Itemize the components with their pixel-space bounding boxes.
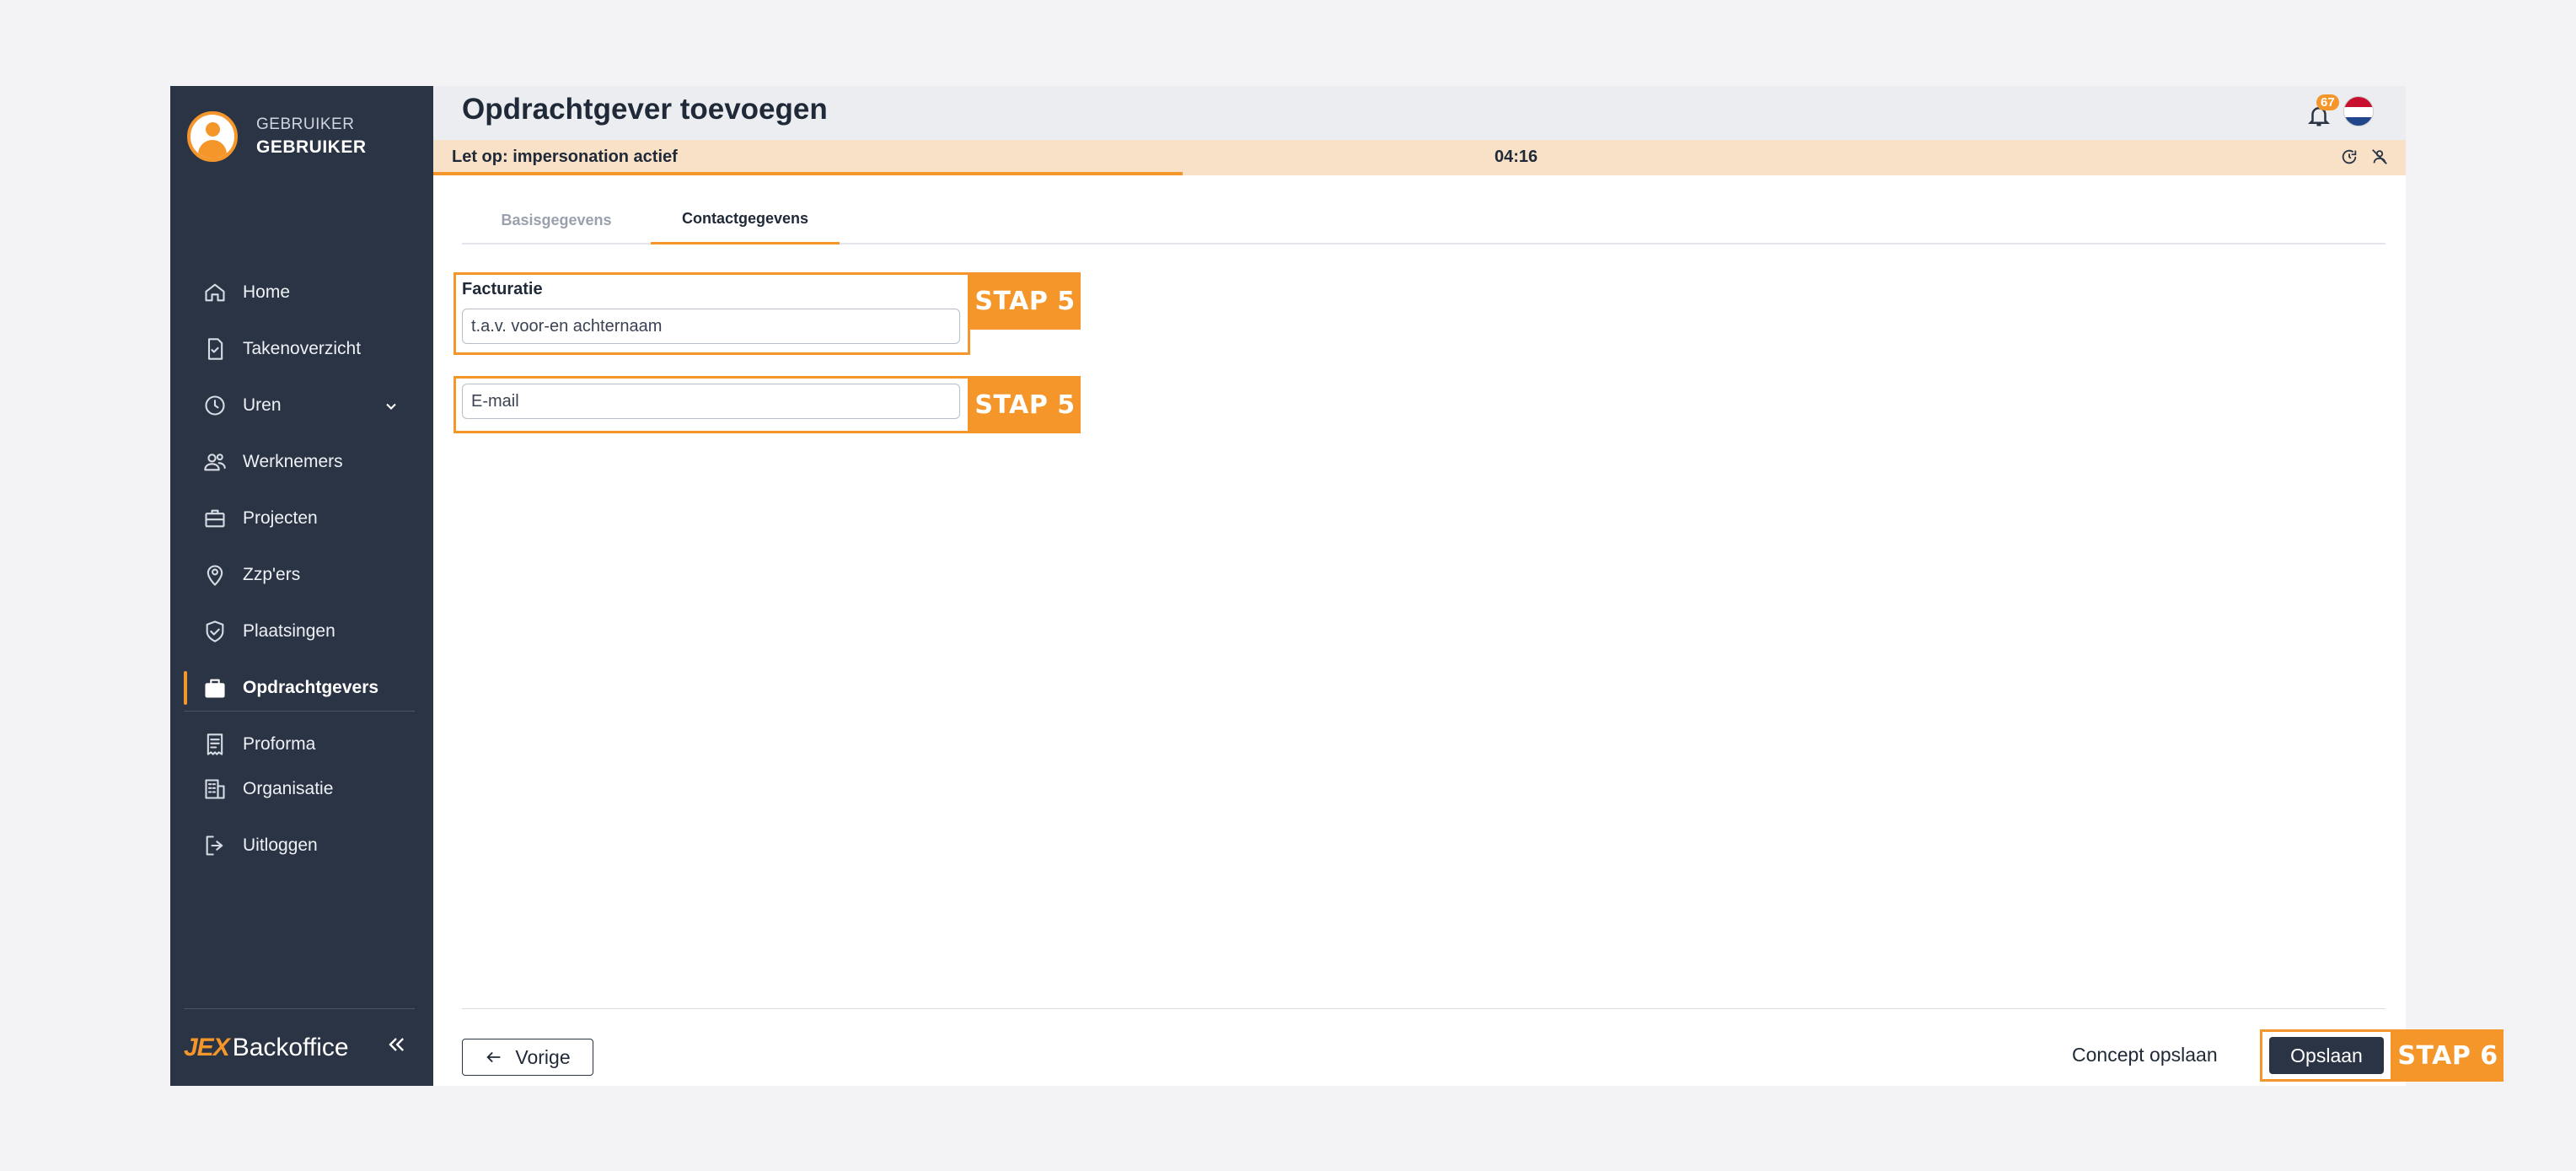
sidebar-item-plaatsingen[interactable]: Plaatsingen: [170, 610, 433, 653]
previous-button[interactable]: Vorige: [462, 1039, 593, 1076]
tav-name-input[interactable]: t.a.v. voor-en achternaam: [462, 309, 960, 344]
tab-contactgegevens[interactable]: Contactgegevens: [651, 196, 840, 244]
sidebar-item-home[interactable]: Home: [170, 271, 433, 314]
sidebar-item-label: Uitloggen: [243, 835, 318, 855]
sidebar-item-werknemers[interactable]: Werknemers: [170, 441, 433, 483]
save-button[interactable]: Opslaan: [2269, 1037, 2384, 1074]
sidebar-item-takenoverzicht[interactable]: Takenoverzicht: [170, 328, 433, 370]
refresh-timer-icon[interactable]: [2340, 148, 2359, 170]
sidebar-item-label: Projecten: [243, 508, 318, 528]
sidebar-item-label: Werknemers: [243, 452, 343, 471]
facturatie-label: Facturatie: [462, 280, 543, 298]
sidebar-item-zzpers[interactable]: Zzp'ers: [170, 554, 433, 596]
sidebar-item-label: Plaatsingen: [243, 621, 335, 641]
sidebar: GEBRUIKER GEBRUIKER Home Takenoverzicht …: [170, 86, 433, 1086]
shield-check-icon: [202, 619, 228, 644]
save-draft-button[interactable]: Concept opslaan: [2072, 1044, 2218, 1066]
sidebar-item-label: Uren: [243, 395, 282, 415]
invoice-icon: [202, 732, 228, 757]
employees-icon: [202, 449, 228, 475]
avatar: [187, 111, 238, 162]
impersonation-message: Let op: impersonation actief: [452, 148, 678, 166]
sidebar-divider: [184, 1008, 415, 1009]
sidebar-item-projecten[interactable]: Projecten: [170, 497, 433, 540]
user-name: GEBRUIKER: [256, 137, 367, 157]
home-icon: [202, 280, 228, 305]
sidebar-item-organisatie[interactable]: Organisatie: [170, 768, 433, 810]
chevron-down-icon[interactable]: [383, 398, 400, 420]
notification-badge: 67: [2316, 94, 2339, 110]
sidebar-item-label: Organisatie: [243, 779, 334, 798]
stop-impersonation-icon[interactable]: [2370, 148, 2389, 170]
sidebar-item-label: Proforma: [243, 734, 316, 754]
sidebar-item-proforma[interactable]: Proforma: [170, 723, 433, 765]
footer-divider: [462, 1008, 2385, 1009]
brand-logo: JEX Backoffice: [184, 1034, 349, 1061]
notifications-button[interactable]: 67: [2306, 94, 2339, 130]
sidebar-item-label: Home: [243, 282, 291, 302]
sidebar-item-uitloggen[interactable]: Uitloggen: [170, 825, 433, 867]
arrow-left-icon: [486, 1051, 501, 1063]
page-title: Opdrachtgever toevoegen: [462, 93, 828, 126]
impersonation-banner: Let op: impersonation actief 04:16: [433, 140, 2406, 175]
tabs: Basisgegevens Contactgegevens: [462, 196, 2385, 244]
language-flag-icon[interactable]: [2343, 96, 2374, 126]
app-window: GEBRUIKER GEBRUIKER Home Takenoverzicht …: [170, 86, 2406, 1086]
sidebar-item-label: Zzp'ers: [243, 565, 301, 584]
briefcase-icon: [202, 506, 228, 531]
building-icon: [202, 776, 228, 802]
sidebar-item-uren[interactable]: Uren: [170, 384, 433, 427]
impersonation-timer: 04:16: [1495, 148, 1538, 166]
stap5-badge: STAP 5: [969, 376, 1081, 433]
impersonation-progress-bar: [433, 172, 1183, 175]
stap6-badge: STAP 6: [2392, 1029, 2504, 1082]
clients-briefcase-icon: [202, 675, 228, 701]
sidebar-item-opdrachtgevers[interactable]: Opdrachtgevers: [170, 667, 433, 709]
email-input[interactable]: E-mail: [462, 384, 960, 419]
user-role: GEBRUIKER: [256, 115, 355, 133]
task-check-icon: [202, 336, 228, 362]
sidebar-item-label: Takenoverzicht: [243, 339, 362, 358]
main-content: Opdrachtgever toevoegen 67 Let op: imper…: [433, 86, 2406, 1086]
header: Opdrachtgever toevoegen 67: [433, 86, 2406, 140]
location-person-icon: [202, 562, 228, 588]
collapse-sidebar-icon[interactable]: [384, 1033, 408, 1061]
user-profile[interactable]: GEBRUIKER GEBRUIKER: [187, 111, 367, 162]
clock-icon: [202, 393, 228, 418]
tab-basisgegevens[interactable]: Basisgegevens: [462, 196, 651, 244]
sidebar-divider: [184, 711, 415, 712]
stap5-badge: STAP 5: [969, 272, 1081, 330]
sidebar-item-label: Opdrachtgevers: [243, 678, 379, 697]
logout-icon: [202, 833, 228, 858]
